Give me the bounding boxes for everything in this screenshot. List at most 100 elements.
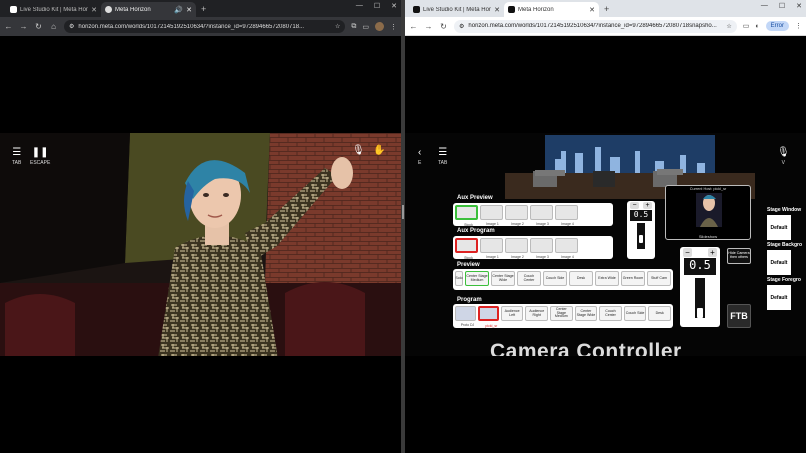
aux-fader-value: 0.5 — [630, 210, 652, 221]
program-cam-button[interactable]: Audience Left — [500, 306, 524, 321]
more-menu-icon[interactable]: ⋮ — [795, 22, 802, 30]
left-url-field[interactable]: ⚙ horizon.meta.com/worlds/10172145192510… — [64, 20, 346, 33]
window-controls: — ☐ ✕ — [761, 2, 802, 10]
program-cam-button[interactable]: Couch Side — [623, 306, 647, 321]
grab-button[interactable]: ✋ — [373, 145, 385, 156]
minimize-icon[interactable]: — — [356, 2, 363, 10]
aux-fader-knob[interactable] — [639, 235, 643, 243]
close-icon[interactable]: ✕ — [91, 6, 97, 14]
stage-background-select[interactable]: Default — [767, 250, 791, 275]
mic-muted-button[interactable]: 🎙 V — [777, 147, 790, 166]
close-icon[interactable]: ✕ — [589, 6, 595, 14]
close-icon[interactable]: ✕ — [494, 6, 500, 14]
preview-cam-button[interactable]: Stuff Cam — [647, 271, 671, 286]
hide-camera-button[interactable]: Hide Camera then others — [727, 248, 751, 264]
right-url-field[interactable]: ⚙ horizon.meta.com/worlds/10172145192510… — [454, 19, 737, 33]
program-cam-button[interactable]: Couch Center — [599, 306, 622, 321]
ftb-button[interactable]: FTB — [727, 304, 751, 328]
program-cam-thumb[interactable]: pickl_sr — [477, 306, 499, 328]
aux-program-thumb[interactable]: Image 4 — [555, 238, 578, 259]
error-status-pill[interactable]: Error — [765, 21, 789, 31]
preview-label: Preview — [457, 262, 480, 268]
mic-muted-button[interactable]: 🎙 — [352, 145, 365, 156]
back-icon[interactable]: ← — [4, 22, 13, 31]
preview-cam-button[interactable]: Couch Center — [517, 271, 541, 286]
aux-fader-track[interactable] — [637, 223, 645, 249]
aux-preview-thumb[interactable]: Image 4 — [555, 205, 578, 226]
stage-window-select[interactable]: Default — [767, 215, 791, 240]
plus-button[interactable]: + — [708, 248, 717, 257]
program-cam-thumb[interactable]: Proto DJ — [455, 306, 476, 327]
reload-icon[interactable]: ↻ — [439, 22, 448, 31]
program-cam-button[interactable]: Audience Right — [525, 306, 549, 321]
main-fader-knob[interactable] — [697, 308, 703, 318]
program-cam-button[interactable]: Desk — [648, 306, 671, 321]
sidepanel-icon[interactable]: ▭ — [362, 23, 369, 31]
maximize-icon[interactable]: ☐ — [374, 2, 380, 10]
reload-icon[interactable]: ↻ — [34, 22, 43, 31]
preview-cam-button[interactable]: Extra Wide — [595, 271, 619, 286]
profile-avatar[interactable] — [375, 22, 384, 31]
aux-preview-thumb[interactable]: Image 3 — [530, 205, 553, 226]
left-tab-meta-horizon[interactable]: Meta Horizon 🔊 ✕ — [101, 2, 196, 17]
more-menu-icon[interactable]: ⋮ — [390, 23, 397, 31]
preview-cam-button[interactable]: Couch Side — [543, 271, 567, 286]
site-info-icon[interactable]: ⚙ — [69, 23, 74, 30]
right-tab-live-studio[interactable]: Live Studio Kit | Meta Horizon ✕ — [409, 2, 504, 17]
mic-muted-icon: 🎙 — [777, 147, 790, 158]
studio-viewport[interactable]: ‹ E ☰ TAB 🎙 V Aux Preview Stock Image 1 … — [405, 133, 806, 356]
minus-button[interactable]: − — [630, 202, 639, 209]
preview-cam-button[interactable]: Center Stage Medium — [465, 271, 489, 286]
chevron-left-icon: ‹ — [418, 147, 422, 158]
minus-button[interactable]: − — [683, 248, 692, 257]
bookmark-star-icon[interactable]: ☆ — [335, 23, 340, 30]
aux-program-row: Stock Image 1 Image 2 Image 3 Image 4 — [453, 236, 613, 260]
back-icon[interactable]: ← — [409, 22, 418, 31]
forward-icon[interactable]: → — [424, 22, 433, 31]
tab-menu-button[interactable]: ☰ TAB — [12, 147, 21, 166]
aux-preview-label: Aux Preview — [457, 195, 493, 201]
preview-cam-button[interactable]: Green Room — [621, 271, 645, 286]
home-icon[interactable]: ⌂ — [49, 22, 58, 31]
divider-grip[interactable] — [402, 205, 404, 219]
preview-cam-button[interactable]: Center Stage Wide — [491, 271, 515, 286]
new-tab-button[interactable]: + — [599, 2, 614, 17]
aux-program-thumb[interactable]: Stock — [455, 238, 478, 260]
aux-program-thumb[interactable]: Image 1 — [480, 238, 503, 259]
speaker-icon[interactable]: 🔊 — [174, 6, 183, 14]
window-controls: — ☐ ✕ — [356, 2, 397, 10]
aux-program-thumb[interactable]: Image 2 — [505, 238, 528, 259]
plus-button[interactable]: + — [643, 202, 652, 209]
close-window-icon[interactable]: ✕ — [391, 2, 397, 10]
sidepanel-icon[interactable]: ▭ — [743, 22, 750, 30]
right-tab-strip: Live Studio Kit | Meta Horizon ✕ Meta Ho… — [405, 0, 806, 17]
program-cam-button[interactable]: Center Stage Medium — [550, 306, 573, 321]
extensions-icon[interactable]: ⧉ — [351, 23, 356, 31]
left-tab-live-studio[interactable]: Live Studio Kit | Meta Horizon ✕ — [6, 2, 101, 17]
site-info-icon[interactable]: ⚙ — [459, 23, 464, 30]
bookmark-star-icon[interactable]: ☆ — [726, 23, 731, 30]
escape-pause-button[interactable]: ❚❚ ESCAPE — [30, 147, 50, 166]
world-viewport[interactable]: ☰ TAB ❚❚ ESCAPE 🎙 ✋ — [0, 133, 401, 356]
close-window-icon[interactable]: ✕ — [796, 2, 802, 10]
current-host-name: Slideshow — [698, 234, 718, 239]
maximize-icon[interactable]: ☐ — [779, 2, 785, 10]
aux-program-thumb[interactable]: Image 3 — [530, 238, 553, 259]
new-tab-button[interactable]: + — [196, 2, 211, 17]
preview-cam-button[interactable]: Solo — [455, 271, 463, 286]
minimize-icon[interactable]: — — [761, 2, 768, 10]
stage-foreground-select[interactable]: Default — [767, 285, 791, 310]
close-icon[interactable]: ✕ — [186, 6, 192, 14]
preview-cam-button[interactable]: Desk — [569, 271, 593, 286]
back-button[interactable]: ‹ E — [418, 147, 421, 166]
aux-preview-thumb[interactable]: Image 1 — [480, 205, 503, 226]
forward-icon[interactable]: → — [19, 22, 28, 31]
main-fader-track[interactable] — [695, 278, 705, 318]
profile-icon[interactable]: ◐ — [755, 23, 759, 30]
tab-menu-button[interactable]: ☰ TAB — [438, 147, 447, 166]
aux-preview-thumb[interactable]: Stock — [455, 205, 478, 227]
aux-preview-thumb[interactable]: Image 2 — [505, 205, 528, 226]
horizon-favicon-icon — [10, 6, 17, 13]
program-cam-button[interactable]: Center Stage Wide — [574, 306, 598, 321]
right-tab-meta-horizon[interactable]: Meta Horizon ✕ — [504, 2, 599, 17]
